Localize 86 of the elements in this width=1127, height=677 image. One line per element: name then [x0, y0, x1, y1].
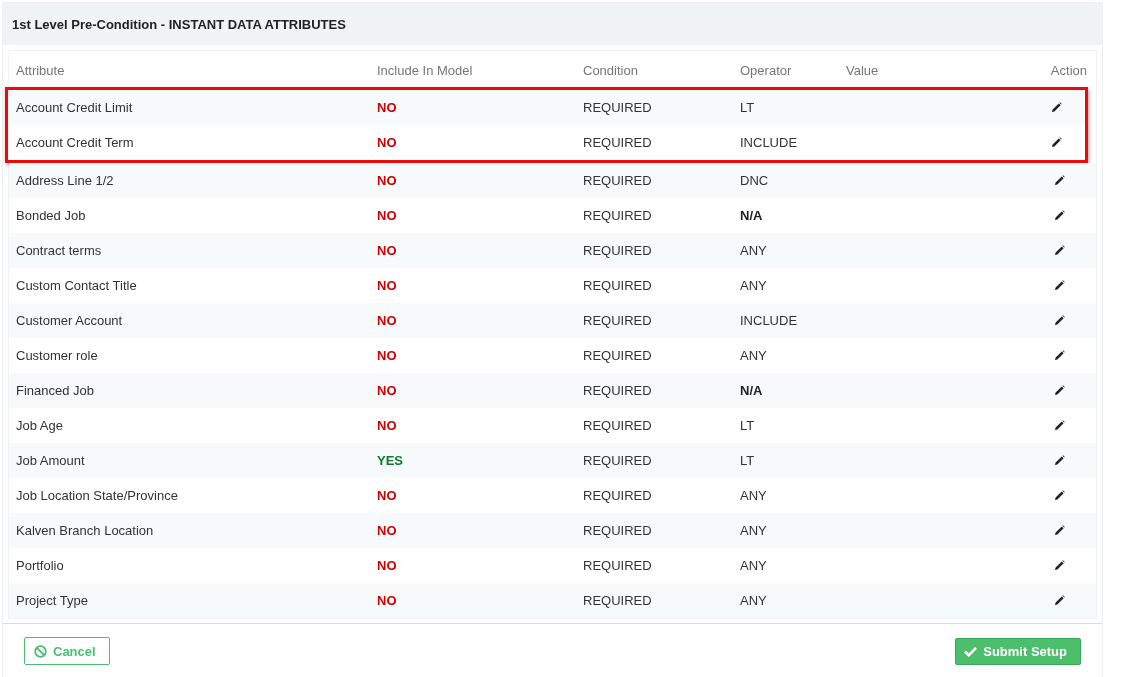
- table-cell-text: NO: [377, 383, 398, 398]
- column-header: Condition: [583, 62, 639, 78]
- column-header: Operator: [740, 62, 793, 78]
- table-cell-text: NO: [377, 558, 398, 573]
- table-cell-text: ANY: [740, 243, 768, 258]
- pencil-icon[interactable]: [1054, 280, 1065, 291]
- column-header: Attribute: [16, 62, 66, 78]
- table-cell-text: REQUIRED: [583, 243, 653, 258]
- table-cell-text: REQUIRED: [583, 208, 653, 223]
- table-cell-text: Customer Account: [16, 313, 124, 328]
- table-cell-text: Kalven Branch Location: [16, 523, 155, 538]
- table-cell-text: REQUIRED: [583, 278, 653, 293]
- pencil-icon[interactable]: [1054, 595, 1065, 606]
- table-cell-text: Project Type: [16, 593, 90, 608]
- pencil-icon[interactable]: [1054, 175, 1065, 186]
- table-cell-text: REQUIRED: [583, 100, 653, 115]
- table-cell-text: REQUIRED: [583, 558, 653, 573]
- check-icon: [964, 645, 978, 657]
- column-header: Action: [1050, 62, 1087, 78]
- cancel-icon: [34, 644, 47, 658]
- pencil-icon[interactable]: [1054, 560, 1065, 571]
- table-cell-text: REQUIRED: [583, 523, 653, 538]
- pencil-icon[interactable]: [1054, 245, 1065, 256]
- table-cell-text: INCLUDE: [740, 313, 799, 328]
- pencil-icon[interactable]: [1054, 525, 1065, 536]
- table-cell-text: Contract terms: [16, 243, 103, 258]
- table-cell-text: REQUIRED: [583, 383, 653, 398]
- table-cell-text: REQUIRED: [583, 313, 653, 328]
- table-cell-text: Address Line 1/2: [16, 173, 115, 188]
- table-cell-text: Customer role: [16, 348, 99, 363]
- table-cell-text: ANY: [740, 558, 768, 573]
- table-cell-text: NO: [377, 418, 398, 433]
- pencil-icon[interactable]: [1051, 102, 1062, 113]
- pencil-icon[interactable]: [1054, 315, 1065, 326]
- table-cell-text: Account Credit Term: [16, 135, 135, 150]
- table-cell-text: ANY: [740, 348, 768, 363]
- table-cell-text: Financed Job: [16, 383, 96, 398]
- table-cell-text: NO: [377, 173, 398, 188]
- table-cell-text: NO: [377, 523, 398, 538]
- table-cell-text: NO: [377, 135, 398, 150]
- table-cell-text: NO: [377, 208, 398, 223]
- table-cell-text: Job Amount: [16, 453, 86, 468]
- submit-button[interactable]: Submit Setup: [955, 637, 1081, 665]
- table-cell-text: REQUIRED: [583, 453, 653, 468]
- table-cell-text: REQUIRED: [583, 593, 653, 608]
- table-cell-text: ANY: [740, 278, 768, 293]
- pencil-icon[interactable]: [1054, 455, 1065, 466]
- table-cell-text: Portfolio: [16, 558, 65, 573]
- pencil-icon[interactable]: [1054, 385, 1065, 396]
- column-header: Value: [846, 62, 880, 78]
- table-cell-text: Job Age: [16, 418, 64, 433]
- table-cell-text: REQUIRED: [583, 418, 653, 433]
- pencil-icon[interactable]: [1051, 137, 1062, 148]
- table-cell-text: REQUIRED: [583, 488, 653, 503]
- table-cell-text: ANY: [740, 488, 768, 503]
- table-cell-text: LT: [740, 418, 756, 433]
- table-cell-text: NO: [377, 313, 398, 328]
- pencil-icon[interactable]: [1054, 350, 1065, 361]
- table-cell-text: ANY: [740, 523, 768, 538]
- panel-title: 1st Level Pre-Condition - INSTANT DATA ATTRIBUTES: [12, 16, 346, 32]
- table-cell-text: NO: [377, 348, 398, 363]
- column-header: Include In Model: [377, 62, 474, 78]
- table-cell-text: REQUIRED: [583, 348, 653, 363]
- pencil-icon[interactable]: [1054, 490, 1065, 501]
- table-cell-text: Account Credit Limit: [16, 100, 134, 115]
- table-cell-text: REQUIRED: [583, 173, 653, 188]
- pencil-icon[interactable]: [1054, 420, 1065, 431]
- table-cell-text: LT: [740, 100, 756, 115]
- table-cell-text: INCLUDE: [740, 135, 799, 150]
- cancel-button[interactable]: Cancel: [24, 637, 110, 665]
- table-cell-text: N/A: [740, 383, 764, 398]
- table-cell-text: ANY: [740, 593, 768, 608]
- pencil-icon[interactable]: [1054, 210, 1065, 221]
- table-cell-text: LT: [740, 453, 756, 468]
- table-cell-text: REQUIRED: [583, 135, 653, 150]
- table-cell-text: NO: [377, 278, 398, 293]
- table-cell-text: NO: [377, 593, 398, 608]
- table-cell-text: NO: [377, 488, 398, 503]
- table-cell-text: Job Location State/Province: [16, 488, 179, 503]
- table-cell-text: N/A: [740, 208, 764, 223]
- table-cell-text: Custom Contact Title: [16, 278, 138, 293]
- table-cell-text: NO: [377, 100, 398, 115]
- table-cell-text: NO: [377, 243, 398, 258]
- table-cell-text: DNC: [740, 173, 770, 188]
- table-cell-text: YES: [377, 453, 404, 468]
- table-cell-text: Bonded Job: [16, 208, 87, 223]
